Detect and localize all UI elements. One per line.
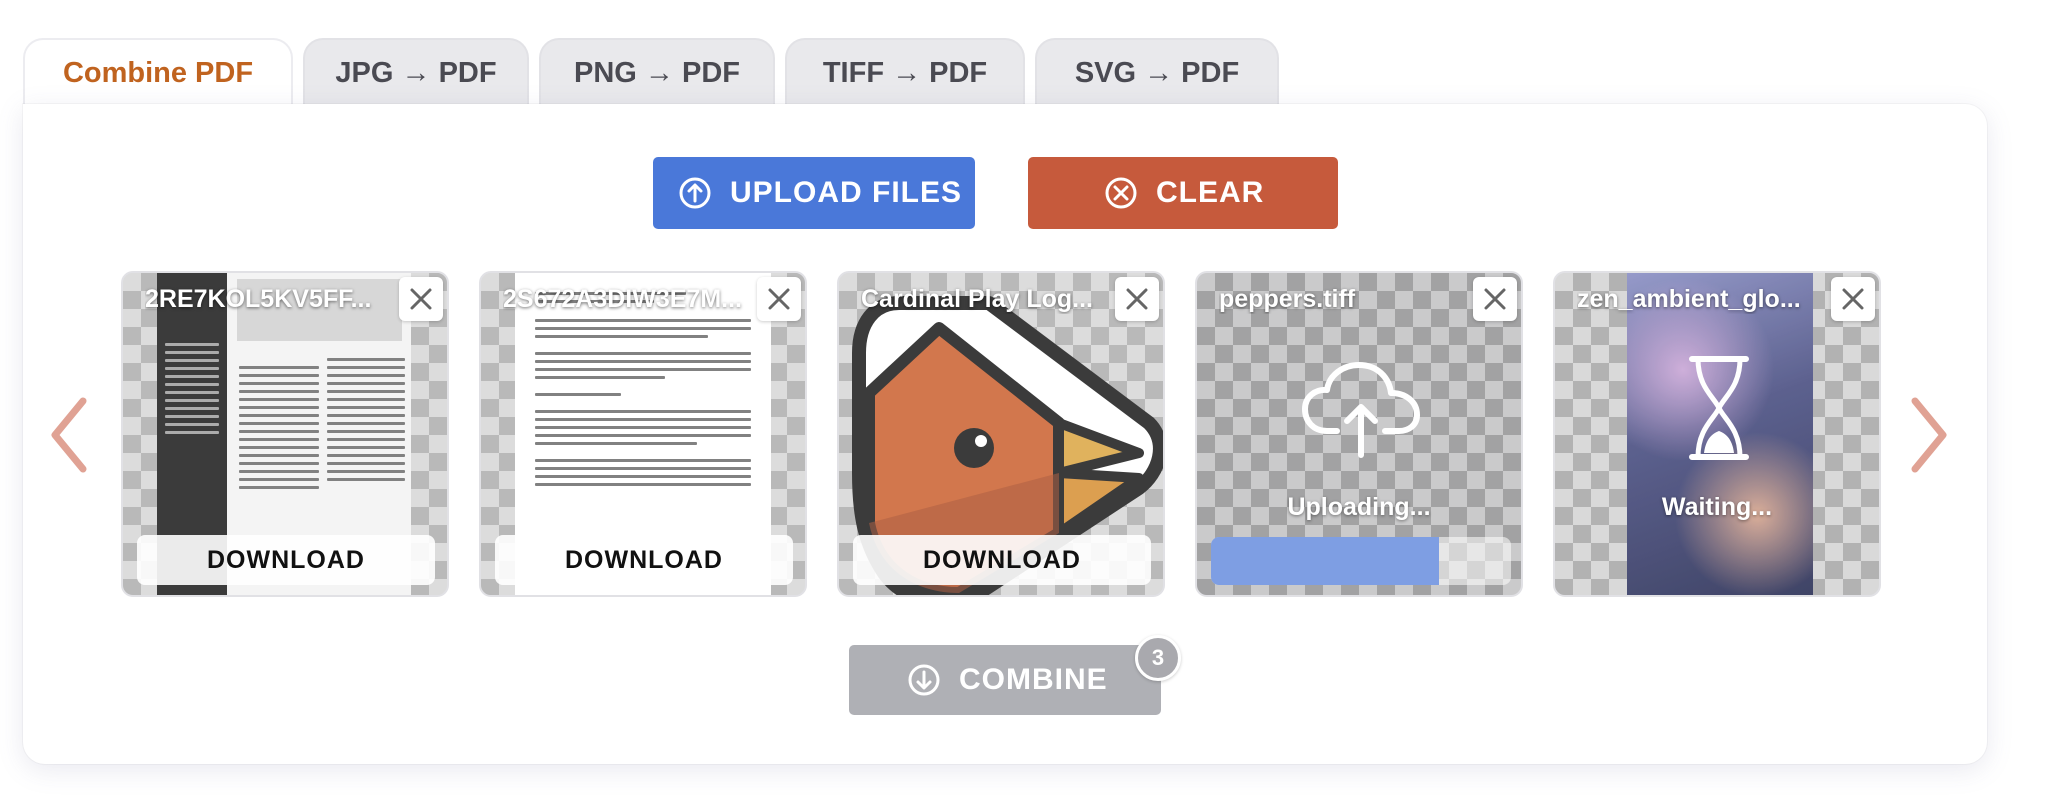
file-card: 2S672A3DIW3E7M... DOWNLOAD xyxy=(479,271,807,597)
clear-label: CLEAR xyxy=(1156,176,1265,209)
upload-files-button[interactable]: UPLOAD FILES xyxy=(653,157,975,229)
download-circle-icon xyxy=(908,664,940,696)
combine-label: COMBINE xyxy=(959,663,1108,696)
remove-file-button[interactable] xyxy=(399,277,443,321)
remove-file-button[interactable] xyxy=(757,277,801,321)
close-icon xyxy=(1126,288,1148,310)
remove-file-button[interactable] xyxy=(1473,277,1517,321)
tab-bar: Combine PDF JPG → PDF PNG → PDF TIFF → P… xyxy=(23,38,1279,106)
chevron-right-icon[interactable] xyxy=(1907,395,1953,475)
file-name: zen_ambient_glo... xyxy=(1577,285,1801,313)
download-button[interactable]: DOWNLOAD xyxy=(495,535,793,585)
file-card: Cardinal Play Log... DOWNLOAD xyxy=(837,271,1165,597)
tab-svg-to-pdf[interactable]: SVG → PDF xyxy=(1035,38,1279,106)
upload-status: Uploading... xyxy=(1287,493,1431,521)
tab-jpg-to-pdf[interactable]: JPG → PDF xyxy=(303,38,529,106)
file-count-badge: 3 xyxy=(1135,635,1181,681)
upload-progress-fill xyxy=(1211,537,1439,585)
file-name: 2RE7KOL5KV5FF... xyxy=(145,285,372,313)
tab-png-to-pdf[interactable]: PNG → PDF xyxy=(539,38,775,106)
upload-files-label: UPLOAD FILES xyxy=(730,176,963,209)
file-name: Cardinal Play Log... xyxy=(861,285,1093,313)
tab-tiff-to-pdf[interactable]: TIFF → PDF xyxy=(785,38,1025,106)
file-card: 2RE7KOL5KV5FF... DOWNLOAD xyxy=(121,271,449,597)
upload-progress-bar xyxy=(1211,537,1511,585)
cloud-upload-icon xyxy=(1302,362,1420,458)
file-name: peppers.tiff xyxy=(1219,285,1356,313)
close-circle-icon xyxy=(1105,177,1137,209)
file-card: peppers.tiff Uploading... xyxy=(1195,271,1523,597)
download-button[interactable]: DOWNLOAD xyxy=(853,535,1151,585)
file-name: 2S672A3DIW3E7M... xyxy=(503,285,742,313)
close-icon xyxy=(1842,288,1864,310)
upload-circle-icon xyxy=(679,177,711,209)
close-icon xyxy=(768,288,790,310)
download-button[interactable]: DOWNLOAD xyxy=(137,535,435,585)
file-card: zen_ambient_glo... Waiting... xyxy=(1553,271,1881,597)
close-icon xyxy=(1484,288,1506,310)
combine-button[interactable]: COMBINE xyxy=(849,645,1161,715)
remove-file-button[interactable] xyxy=(1831,277,1875,321)
clear-button[interactable]: CLEAR xyxy=(1028,157,1338,229)
tab-combine-pdf[interactable]: Combine PDF xyxy=(23,38,293,106)
hourglass-icon xyxy=(1689,356,1749,460)
chevron-left-icon[interactable] xyxy=(45,395,91,475)
close-icon xyxy=(410,288,432,310)
remove-file-button[interactable] xyxy=(1115,277,1159,321)
waiting-status: Waiting... xyxy=(1661,493,1773,521)
